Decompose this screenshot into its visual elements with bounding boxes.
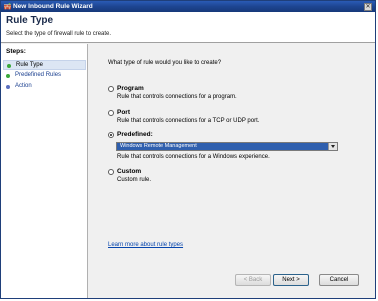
predefined-description: Rule that controls connections for a Win…	[117, 154, 270, 160]
chevron-down-icon[interactable]	[328, 143, 337, 150]
close-button[interactable]: ✕	[364, 2, 372, 11]
predefined-select-value: Windows Remote Management	[117, 143, 328, 150]
steps-sidebar: Steps: Rule Type Predefined Rules Action	[1, 44, 88, 298]
port-description: Rule that controls connections for a TCP…	[117, 118, 260, 124]
firewall-icon	[4, 3, 11, 10]
custom-label[interactable]: Custom	[117, 168, 141, 175]
program-radio[interactable]	[108, 86, 114, 92]
title-bar[interactable]: New Inbound Rule Wizard ✕	[1, 1, 375, 12]
port-radio[interactable]	[108, 110, 114, 116]
step-bullet-icon	[6, 85, 10, 89]
predefined-label[interactable]: Predefined:	[117, 131, 153, 138]
question-text: What type of rule would you like to crea…	[108, 60, 222, 66]
port-label[interactable]: Port	[117, 109, 130, 116]
custom-description: Custom rule.	[117, 177, 152, 183]
step-action[interactable]: Action	[3, 82, 86, 92]
step-label: Rule Type	[16, 62, 43, 68]
page-header: Rule Type Select the type of firewall ru…	[1, 12, 375, 43]
step-rule-type[interactable]: Rule Type	[3, 60, 86, 70]
predefined-select[interactable]: Windows Remote Management	[116, 142, 338, 151]
learn-more-link[interactable]: Learn more about rule types	[108, 242, 183, 248]
window-title: New Inbound Rule Wizard	[13, 2, 93, 10]
program-description: Rule that controls connections for a pro…	[117, 94, 237, 100]
predefined-radio[interactable]	[108, 132, 114, 138]
back-button[interactable]: < Back	[235, 274, 271, 286]
page-subtitle: Select the type of firewall rule to crea…	[6, 31, 112, 37]
wizard-window: New Inbound Rule Wizard ✕ Rule Type Sele…	[0, 0, 376, 299]
step-bullet-icon	[6, 74, 10, 78]
main-panel: What type of rule would you like to crea…	[89, 44, 375, 298]
step-predefined-rules[interactable]: Predefined Rules	[3, 71, 86, 81]
steps-heading: Steps:	[6, 48, 26, 55]
program-label[interactable]: Program	[117, 85, 144, 92]
step-bullet-icon	[7, 64, 11, 68]
page-title: Rule Type	[6, 15, 54, 26]
cancel-button[interactable]: Cancel	[319, 274, 359, 286]
step-label: Action	[15, 83, 32, 89]
next-button[interactable]: Next >	[273, 274, 309, 286]
step-label: Predefined Rules	[15, 72, 62, 78]
custom-radio[interactable]	[108, 169, 114, 175]
